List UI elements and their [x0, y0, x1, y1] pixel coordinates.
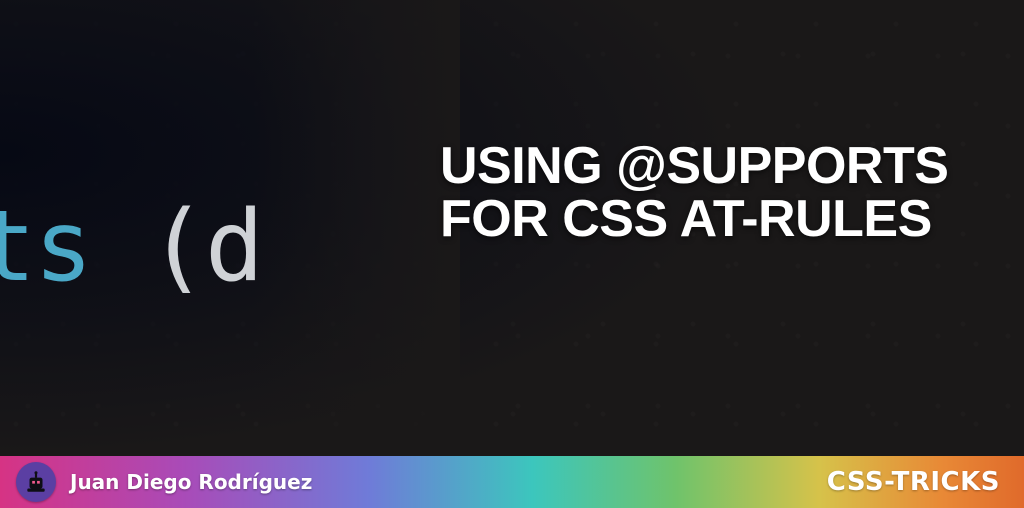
author-block: Juan Diego Rodríguez	[16, 462, 312, 502]
site-brand: CSS-TRICKS	[827, 467, 1000, 497]
hero-card: rts (d n { displa USING @SUPPORTS FOR CS…	[0, 0, 1024, 508]
footer-bar: Juan Diego Rodríguez CSS-TRICKS	[0, 456, 1024, 508]
robot-icon	[23, 469, 49, 495]
article-title: USING @SUPPORTS FOR CSS AT-RULES	[440, 140, 1000, 246]
title-line-1: USING @SUPPORTS	[440, 137, 948, 195]
title-line-2: FOR CSS AT-RULES	[440, 190, 932, 248]
author-avatar	[16, 462, 56, 502]
author-name: Juan Diego Rodríguez	[70, 470, 312, 494]
vignette-overlay	[0, 0, 1024, 508]
